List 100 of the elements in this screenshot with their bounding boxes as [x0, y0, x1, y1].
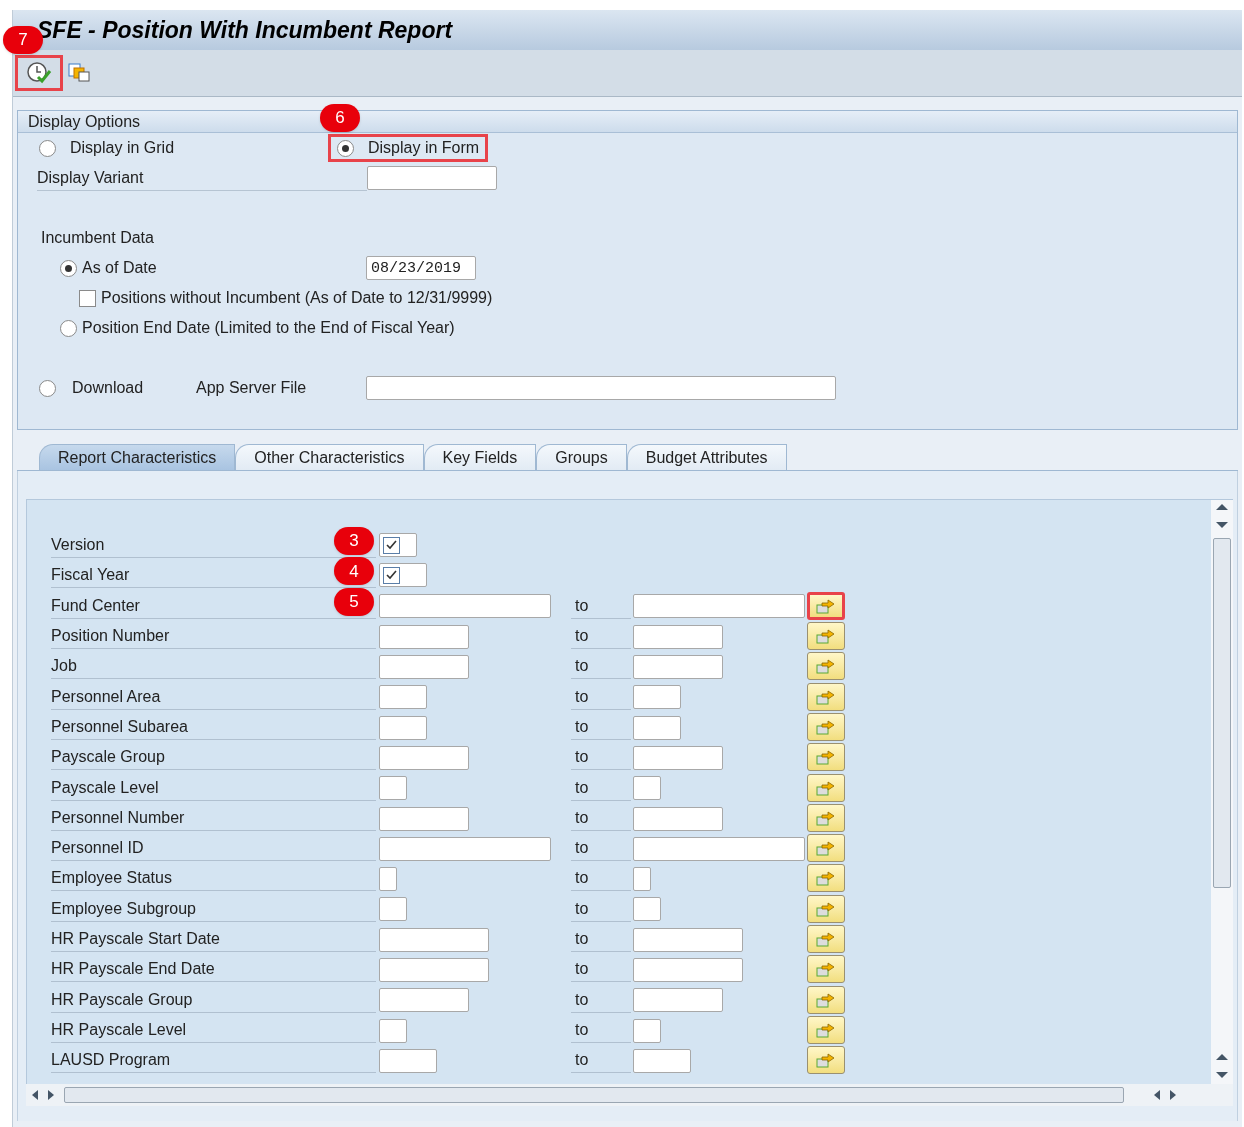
multiple-selection-button[interactable]	[807, 743, 845, 772]
vertical-scrollbar[interactable]	[1211, 500, 1233, 1084]
callout-badge: 6	[320, 104, 360, 132]
radio-button[interactable]	[337, 139, 354, 157]
multiple-selection-button[interactable]	[807, 803, 845, 832]
to-field[interactable]	[633, 1018, 661, 1043]
radio-option[interactable]: Display in Grid	[39, 134, 328, 162]
to-label: to	[571, 956, 631, 983]
multiple-selection-button[interactable]	[807, 682, 845, 711]
from-field[interactable]	[379, 685, 427, 710]
multiple-selection-button[interactable]	[807, 894, 845, 923]
checkbox-checked-icon[interactable]	[383, 566, 400, 584]
field-label: Fiscal Year	[51, 565, 130, 586]
file-path-field[interactable]	[366, 376, 836, 400]
horizontal-scrollbar[interactable]	[26, 1084, 1233, 1106]
field-label: Employee Status	[51, 868, 172, 889]
multiple-selection-button[interactable]	[807, 773, 845, 802]
tab[interactable]: Groups	[536, 444, 627, 470]
from-field[interactable]	[379, 594, 551, 619]
from-field[interactable]	[379, 988, 469, 1013]
field-label: Personnel Area	[51, 686, 161, 707]
from-field[interactable]	[379, 1048, 437, 1073]
from-field[interactable]	[379, 1018, 407, 1043]
to-field[interactable]	[633, 897, 661, 922]
tab[interactable]: Budget Attributes	[626, 444, 787, 470]
multiple-selection-button[interactable]	[807, 925, 845, 953]
execute-button[interactable]	[15, 55, 63, 91]
checkbox-field[interactable]	[379, 563, 427, 588]
tab[interactable]: Other Characteristics	[235, 444, 424, 470]
date-field[interactable]: 08/23/2019	[366, 256, 476, 280]
arrow-into-box-icon	[816, 931, 836, 947]
multiple-selection-button[interactable]	[807, 985, 845, 1014]
arrow-into-box-icon	[816, 718, 836, 735]
from-field[interactable]	[379, 715, 427, 740]
scroll-thumb[interactable]	[64, 1087, 1124, 1103]
from-field[interactable]	[379, 806, 469, 831]
multiple-selection-button[interactable]	[807, 712, 845, 741]
scroll-down-icon[interactable]	[1216, 1072, 1228, 1078]
to-field[interactable]	[633, 655, 723, 680]
multiple-selection-button[interactable]	[807, 864, 845, 893]
to-field[interactable]	[633, 594, 805, 619]
checkbox-field[interactable]	[379, 533, 417, 558]
radio-button[interactable]	[60, 319, 77, 337]
from-field[interactable]	[379, 867, 397, 892]
scroll-up-icon[interactable]	[1216, 1054, 1228, 1060]
arrow-into-box-icon	[816, 840, 836, 857]
radio-button[interactable]	[39, 379, 56, 397]
checkbox-label: Positions without Incumbent (As of Date to 12/31/9999)	[101, 288, 493, 308]
to-field[interactable]	[633, 836, 805, 861]
from-field[interactable]	[379, 745, 469, 770]
radio-option[interactable]: Display in Form	[328, 134, 489, 162]
field-label: HR Payscale Start Date	[51, 929, 220, 949]
to-field[interactable]	[633, 715, 681, 740]
to-field[interactable]	[633, 867, 651, 892]
scroll-thumb[interactable]	[1213, 538, 1231, 888]
clock-check-icon	[26, 61, 52, 85]
to-field[interactable]	[633, 988, 723, 1013]
from-field[interactable]	[379, 897, 407, 922]
group-title: Display Options	[28, 111, 141, 132]
checkbox-checked-icon[interactable]	[383, 536, 400, 554]
to-field[interactable]	[633, 745, 723, 770]
arrow-into-box-icon	[816, 900, 836, 917]
from-field[interactable]	[379, 836, 551, 861]
checkbox[interactable]	[79, 289, 96, 307]
to-label: to	[571, 592, 631, 619]
multiple-selection-button[interactable]	[807, 1015, 845, 1044]
multiple-selection-button[interactable]	[807, 955, 845, 984]
scroll-right-icon[interactable]	[48, 1090, 54, 1100]
from-field[interactable]	[379, 776, 407, 801]
radio-label: Display in Form	[368, 138, 480, 158]
from-field[interactable]	[379, 927, 489, 952]
scroll-left-icon[interactable]	[1154, 1090, 1160, 1100]
copy-windows-icon[interactable]	[67, 62, 91, 84]
arrow-into-box-icon	[816, 1052, 836, 1069]
to-field[interactable]	[633, 776, 661, 801]
multiple-selection-button[interactable]	[807, 652, 845, 681]
to-field[interactable]	[633, 685, 681, 710]
field-label: LAUSD Program	[51, 1050, 171, 1071]
multiple-selection-button[interactable]	[807, 1046, 845, 1075]
radio-button[interactable]	[39, 139, 56, 157]
to-field[interactable]	[633, 958, 743, 983]
from-field[interactable]	[379, 624, 469, 649]
to-field[interactable]	[633, 624, 723, 649]
scroll-up-icon[interactable]	[1216, 504, 1228, 510]
to-field[interactable]	[633, 806, 723, 831]
scroll-right-icon[interactable]	[1170, 1090, 1176, 1100]
from-field[interactable]	[379, 958, 489, 983]
from-field[interactable]	[379, 655, 469, 680]
to-label: to	[571, 804, 631, 831]
tab[interactable]: Key Fields	[423, 444, 537, 470]
to-field[interactable]	[633, 1048, 691, 1073]
to-field[interactable]	[633, 927, 743, 952]
multiple-selection-button[interactable]	[807, 591, 845, 620]
scroll-left-icon[interactable]	[32, 1090, 38, 1100]
scroll-down-icon[interactable]	[1216, 522, 1228, 528]
display-variant-field[interactable]	[367, 166, 497, 190]
multiple-selection-button[interactable]	[807, 834, 845, 863]
radio-button[interactable]	[60, 259, 77, 277]
multiple-selection-button[interactable]	[807, 622, 845, 651]
tab[interactable]: Report Characteristics	[39, 444, 236, 470]
